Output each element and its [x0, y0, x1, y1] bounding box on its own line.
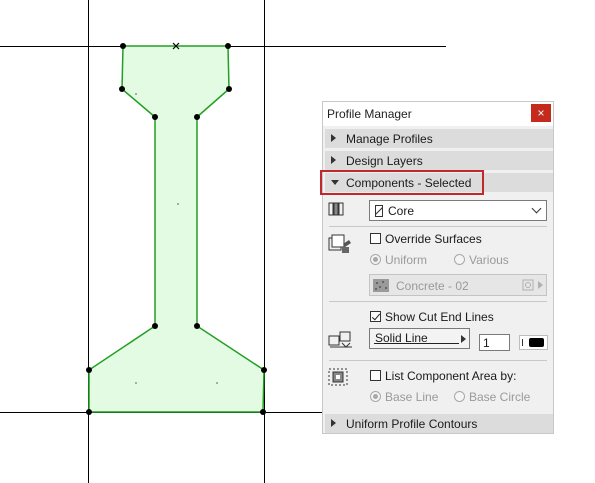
- material-dropdown[interactable]: Concrete - 02: [369, 274, 547, 296]
- profile-node[interactable]: [152, 323, 158, 329]
- concrete-material-icon: [373, 279, 389, 292]
- override-surfaces-label: Override Surfaces: [385, 232, 482, 246]
- profile-node[interactable]: [261, 367, 267, 373]
- profile-node[interactable]: [152, 114, 158, 120]
- base-circle-radio[interactable]: [454, 391, 465, 402]
- profile-node[interactable]: [225, 43, 231, 49]
- show-cut-end-lines-checkbox[interactable]: [370, 311, 381, 322]
- material-settings-icon: [522, 279, 534, 291]
- divider: [329, 226, 547, 227]
- profile-node[interactable]: [226, 86, 232, 92]
- cut-end-lines-icon: [328, 331, 352, 348]
- section-label: Design Layers: [346, 154, 423, 168]
- various-radio[interactable]: [454, 254, 465, 265]
- divider: [329, 301, 547, 302]
- section-label: Manage Profiles: [346, 132, 433, 146]
- chevron-right-icon: [461, 335, 466, 343]
- divider: [329, 360, 547, 361]
- override-surfaces-checkbox[interactable]: [370, 233, 381, 244]
- uniform-label: Uniform: [385, 253, 428, 267]
- pen-color-swatch[interactable]: [519, 335, 548, 350]
- list-component-area-label: List Component Area by:: [385, 369, 517, 383]
- component-type-icon: [328, 202, 344, 216]
- list-component-area-checkbox[interactable]: [370, 370, 381, 381]
- profile-node[interactable]: [120, 43, 126, 49]
- surface-override-icon: [328, 234, 351, 253]
- show-cut-end-lines-label: Show Cut End Lines: [385, 310, 494, 324]
- profile-node[interactable]: [86, 409, 92, 415]
- base-circle-label: Base Circle: [469, 390, 531, 404]
- line-type-dropdown[interactable]: Solid Line: [369, 328, 470, 349]
- section-design-layers[interactable]: Design Layers: [325, 151, 553, 170]
- material-value: Concrete - 02: [396, 279, 469, 293]
- chevron-right-icon: [331, 134, 336, 142]
- pen-number-value: 1: [483, 336, 490, 350]
- component-area-icon: [328, 368, 348, 386]
- chevron-right-icon: [331, 156, 336, 164]
- line-preview: [374, 343, 459, 344]
- section-manage-profiles[interactable]: Manage Profiles: [325, 129, 553, 148]
- core-value: Core: [388, 204, 415, 218]
- components-selected-highlight: [320, 170, 484, 195]
- base-line-label: Base Line: [385, 390, 439, 404]
- profile-shape[interactable]: [88, 45, 265, 413]
- chevron-right-icon: [331, 419, 336, 427]
- uniform-radio[interactable]: [370, 254, 381, 265]
- chevron-down-icon: [531, 203, 542, 214]
- section-label: Uniform Profile Contours: [346, 417, 478, 431]
- profile-node[interactable]: [194, 323, 200, 329]
- profile-node[interactable]: [86, 367, 92, 373]
- profile-manager-panel: Profile Manager × Manage Profiles Design…: [322, 101, 554, 434]
- core-dropdown[interactable]: Core: [369, 200, 547, 221]
- base-line-radio[interactable]: [370, 391, 381, 402]
- panel-title: Profile Manager: [327, 107, 412, 121]
- close-button[interactable]: ×: [531, 104, 551, 122]
- profile-node[interactable]: [119, 86, 125, 92]
- core-component-icon: [375, 205, 383, 217]
- chevron-right-icon: [538, 281, 543, 289]
- profile-node[interactable]: [194, 114, 200, 120]
- profile-node[interactable]: [260, 409, 266, 415]
- section-uniform-profile-contours[interactable]: Uniform Profile Contours: [325, 414, 553, 433]
- panel-titlebar[interactable]: Profile Manager ×: [323, 102, 553, 126]
- pen-number-input[interactable]: 1: [479, 334, 510, 351]
- various-label: Various: [469, 253, 509, 267]
